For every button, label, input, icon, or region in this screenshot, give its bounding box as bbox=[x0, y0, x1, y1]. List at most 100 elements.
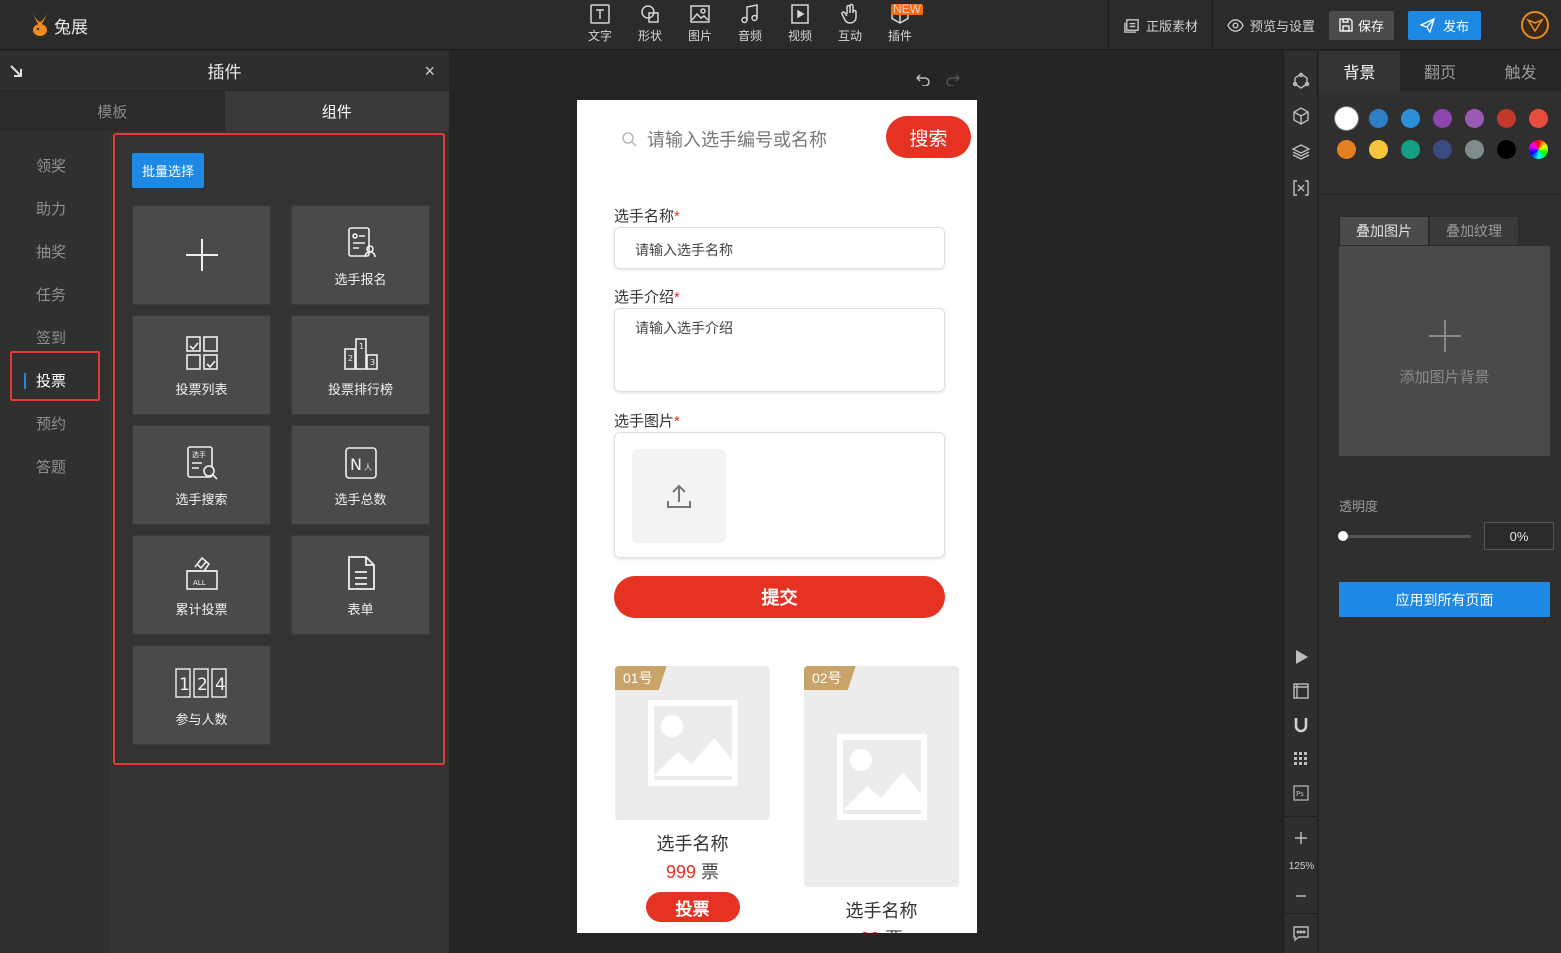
widget-player-search[interactable]: 选手 选手搜索 bbox=[132, 425, 271, 525]
variables-button[interactable] bbox=[1291, 178, 1311, 198]
image-upload-area bbox=[614, 432, 945, 558]
redo-icon[interactable] bbox=[946, 72, 960, 86]
player-intro-textarea[interactable]: 请输入选手介绍 bbox=[614, 308, 945, 392]
psd-import-button[interactable]: Ps bbox=[1291, 783, 1311, 803]
top-actions: 正版素材 预览与设置 保存 发布 bbox=[1107, 0, 1561, 50]
tab-components[interactable]: 组件 bbox=[224, 91, 449, 131]
hand-icon bbox=[841, 3, 857, 24]
color-swatch[interactable] bbox=[1529, 140, 1548, 159]
opacity-slider-handle[interactable] bbox=[1338, 531, 1348, 541]
user-avatar[interactable] bbox=[1521, 11, 1549, 39]
tool-text[interactable]: 文字 bbox=[575, 0, 625, 50]
widget-player-signup[interactable]: 选手报名 bbox=[291, 205, 430, 305]
preview-settings-button[interactable]: 预览与设置 bbox=[1213, 16, 1329, 35]
widget-vote-ranking[interactable]: 213 投票排行榜 bbox=[291, 315, 430, 415]
image-placeholder-icon bbox=[836, 733, 927, 820]
layers-button[interactable] bbox=[1291, 142, 1311, 162]
vote-unit: 票 bbox=[885, 929, 903, 933]
color-swatch[interactable] bbox=[1465, 109, 1484, 128]
category-item[interactable]: 抽奖 bbox=[0, 230, 110, 273]
tool-video[interactable]: 视频 bbox=[775, 0, 825, 50]
color-swatch[interactable] bbox=[1401, 140, 1420, 159]
materials-icon bbox=[1124, 18, 1139, 33]
color-swatch[interactable] bbox=[1433, 140, 1452, 159]
svg-text:人: 人 bbox=[364, 463, 372, 472]
undo-icon[interactable] bbox=[916, 72, 930, 86]
tool-audio[interactable]: 音频 bbox=[725, 0, 775, 50]
submit-button[interactable]: 提交 bbox=[614, 576, 945, 618]
add-background-image-button[interactable]: 添加图片背景 bbox=[1339, 246, 1550, 456]
phone-canvas[interactable]: 请输入选手编号或名称 搜索 选手名称* 请输入选手名称 选手介绍* 请输入选手介… bbox=[577, 100, 977, 933]
feedback-button[interactable] bbox=[1291, 923, 1311, 943]
color-swatch[interactable] bbox=[1465, 140, 1484, 159]
widget-player-count[interactable]: N人 选手总数 bbox=[291, 425, 430, 525]
color-swatch[interactable] bbox=[1337, 140, 1356, 159]
magnet-button[interactable] bbox=[1291, 715, 1311, 735]
category-item[interactable]: 签到 bbox=[0, 316, 110, 359]
save-button[interactable]: 保存 bbox=[1328, 10, 1394, 40]
color-swatch[interactable] bbox=[1433, 109, 1452, 128]
color-swatch[interactable] bbox=[1337, 109, 1356, 128]
tool-image[interactable]: 图片 bbox=[675, 0, 725, 50]
widget-form[interactable]: 表单 bbox=[291, 535, 430, 635]
color-swatch[interactable] bbox=[1497, 109, 1516, 128]
vote-button[interactable]: 投票 bbox=[645, 892, 740, 922]
vote-list-icon bbox=[185, 335, 218, 370]
batch-select-button[interactable]: 批量选择 bbox=[132, 153, 205, 188]
player-search-icon: 选手 bbox=[186, 445, 218, 480]
tab-trigger[interactable]: 触发 bbox=[1480, 51, 1561, 91]
player-search-bar[interactable]: 请输入选手编号或名称 bbox=[621, 126, 881, 152]
page-frame-button[interactable] bbox=[1291, 681, 1311, 701]
widget-add[interactable] bbox=[132, 205, 271, 305]
properties-tabs: 背景 翻页 触发 bbox=[1319, 51, 1561, 91]
play-button[interactable] bbox=[1291, 647, 1311, 667]
category-item[interactable]: 助力 bbox=[0, 187, 110, 230]
player-number-badge: 02号 bbox=[804, 666, 856, 690]
category-item[interactable]: 领奖 bbox=[0, 144, 110, 187]
opacity-value-input[interactable]: 0% bbox=[1484, 522, 1554, 550]
collapse-arrow-icon[interactable] bbox=[8, 63, 24, 79]
category-item[interactable]: 预约 bbox=[0, 402, 110, 445]
animation-button[interactable] bbox=[1291, 71, 1311, 91]
player-card[interactable]: 02号 选手名称 99 票 bbox=[804, 666, 959, 933]
color-swatch[interactable] bbox=[1497, 140, 1516, 159]
tab-background[interactable]: 背景 bbox=[1319, 51, 1400, 91]
tab-overlay-texture[interactable]: 叠加纹理 bbox=[1429, 216, 1519, 246]
tool-plugin[interactable]: 插件 NEW bbox=[875, 0, 925, 50]
close-icon[interactable]: × bbox=[424, 61, 435, 82]
opacity-slider[interactable] bbox=[1338, 531, 1471, 541]
app-logo[interactable]: 兔展 bbox=[28, 8, 88, 38]
player-card[interactable]: 01号 选手名称 999 票 投票 bbox=[615, 666, 770, 922]
color-swatches bbox=[1337, 109, 1557, 159]
color-swatch[interactable] bbox=[1369, 140, 1388, 159]
zoom-in-button[interactable] bbox=[1291, 828, 1311, 848]
signup-icon bbox=[347, 226, 376, 257]
publish-button[interactable]: 发布 bbox=[1407, 10, 1481, 40]
color-swatch[interactable] bbox=[1401, 109, 1420, 128]
grid-button[interactable] bbox=[1291, 749, 1311, 769]
tab-templates[interactable]: 模板 bbox=[0, 91, 225, 131]
top-bar: 兔展 文字 形状 图片 音频 视频 互动 插件 NEW 正版素材 预览与设置 保… bbox=[0, 0, 1561, 50]
svg-text:ALL: ALL bbox=[193, 579, 206, 587]
upload-button[interactable] bbox=[632, 449, 726, 543]
tool-shape[interactable]: 形状 bbox=[625, 0, 675, 50]
3d-button[interactable] bbox=[1291, 106, 1311, 126]
category-item-vote[interactable]: 投票 bbox=[0, 359, 110, 402]
color-swatch[interactable] bbox=[1529, 109, 1548, 128]
search-button[interactable]: 搜索 bbox=[886, 116, 971, 158]
widget-vote-list[interactable]: 投票列表 bbox=[132, 315, 271, 415]
player-count-icon: N人 bbox=[344, 446, 377, 479]
color-swatch[interactable] bbox=[1369, 109, 1388, 128]
category-item[interactable]: 任务 bbox=[0, 273, 110, 316]
tab-page-flip[interactable]: 翻页 bbox=[1400, 51, 1481, 91]
widget-participants[interactable]: 124 参与人数 bbox=[132, 645, 271, 745]
widget-total-votes[interactable]: ALL 累计投票 bbox=[132, 535, 271, 635]
divider bbox=[1284, 816, 1319, 817]
apply-to-all-pages-button[interactable]: 应用到所有页面 bbox=[1339, 582, 1550, 617]
tab-overlay-image[interactable]: 叠加图片 bbox=[1339, 216, 1429, 246]
category-item[interactable]: 答题 bbox=[0, 445, 110, 488]
zoom-out-button[interactable] bbox=[1291, 886, 1311, 906]
tool-interaction[interactable]: 互动 bbox=[825, 0, 875, 50]
materials-button[interactable]: 正版素材 bbox=[1109, 16, 1212, 35]
player-name-input[interactable]: 请输入选手名称 bbox=[614, 227, 945, 269]
